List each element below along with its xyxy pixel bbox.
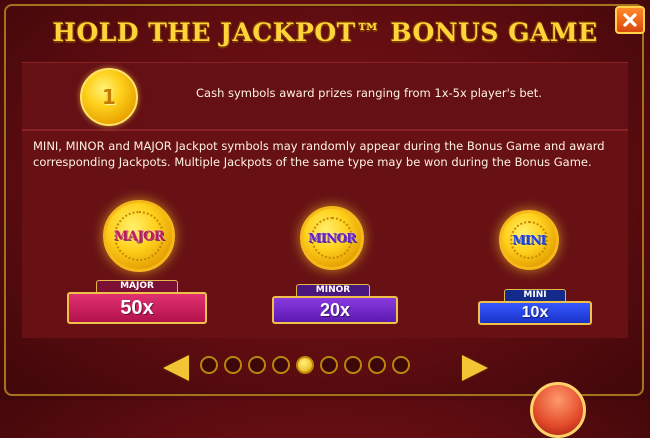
minor-coin-label: MINOR xyxy=(308,231,356,245)
spin-button-partial[interactable] xyxy=(530,382,586,438)
previous-page-arrow-icon[interactable] xyxy=(163,355,189,381)
close-button[interactable] xyxy=(615,6,645,34)
minor-coin-icon: MINOR xyxy=(300,206,364,270)
major-coin-label: MAJOR xyxy=(113,228,165,244)
mini-coin-icon: MINI xyxy=(499,210,559,270)
jackpot-description: MINI, MINOR and MAJOR Jackpot symbols ma… xyxy=(33,139,605,169)
page-dot-2[interactable] xyxy=(224,356,242,374)
pagination-dots xyxy=(200,356,450,376)
major-value: 50x xyxy=(67,292,207,324)
cash-coin-icon: 1 xyxy=(80,68,138,126)
cash-coin-value: 1 xyxy=(102,85,116,109)
major-label-tab: MAJOR xyxy=(96,280,178,292)
minor-value: 20x xyxy=(272,296,398,324)
minor-label-tab: MINOR xyxy=(296,284,370,296)
page-dot-6[interactable] xyxy=(320,356,338,374)
cash-description: Cash symbols award prizes ranging from 1… xyxy=(196,86,542,100)
mini-label-tab: MINI xyxy=(504,289,566,301)
page-title: HOLD THE JACKPOT™ BONUS GAME xyxy=(52,18,598,47)
page-dot-9[interactable] xyxy=(392,356,410,374)
mini-coin-label: MINI xyxy=(512,233,546,247)
next-page-arrow-icon[interactable] xyxy=(462,355,488,381)
mini-value: 10x xyxy=(478,301,592,325)
page-dot-1[interactable] xyxy=(200,356,218,374)
close-icon xyxy=(623,13,637,27)
page-dot-8[interactable] xyxy=(368,356,386,374)
page-dot-3[interactable] xyxy=(248,356,266,374)
page-dot-5-active[interactable] xyxy=(296,356,314,374)
page-dot-4[interactable] xyxy=(272,356,290,374)
major-coin-icon: MAJOR xyxy=(103,200,175,272)
page-dot-7[interactable] xyxy=(344,356,362,374)
